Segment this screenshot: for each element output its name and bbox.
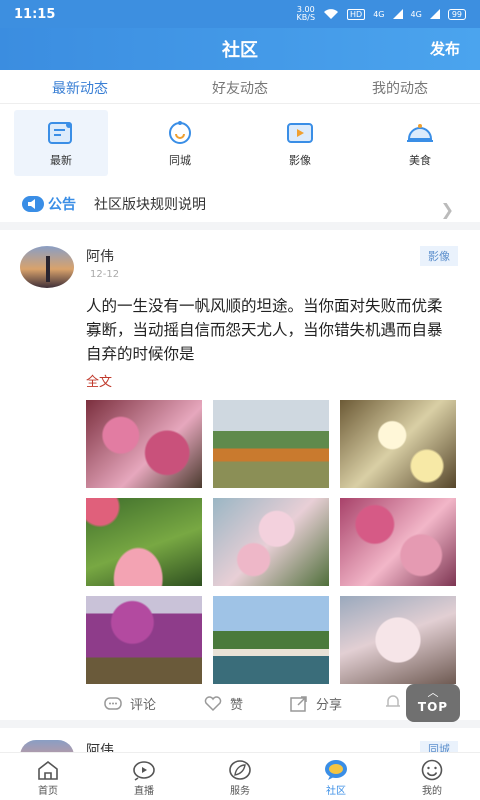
announcement-row[interactable]: 公告 社区版块规则说明 ❯ (0, 186, 480, 230)
post-text: 人的一生没有一帆风顺的坦途。当你面对失败而优柔寡断，当动摇自信而怨天尤人，当你错… (86, 297, 443, 363)
category-label: 影像 (289, 154, 311, 167)
post-username[interactable]: 阿伟 (86, 246, 114, 266)
photo-thumbnail[interactable] (213, 498, 329, 586)
page-title: 社区 (222, 40, 258, 61)
publish-button[interactable]: 发布 (430, 38, 460, 59)
signal-bars-icon-2 (429, 9, 440, 19)
nav-label: 我的 (422, 786, 442, 797)
category-food[interactable]: 美食 (360, 110, 480, 176)
category-bar: 最新 同城 影像 美食 (0, 110, 480, 178)
network-speed: 3.00 KB/S (297, 6, 316, 22)
nav-label: 社区 (326, 786, 346, 797)
category-label: 同城 (169, 154, 191, 167)
same-city-icon (163, 118, 197, 148)
tab-latest[interactable]: 最新动态 (0, 70, 160, 103)
photo-thumbnail[interactable] (86, 596, 202, 684)
hd-badge: HD (347, 8, 366, 20)
photo-thumbnail[interactable] (340, 400, 456, 488)
nav-service[interactable]: 服务 (192, 753, 288, 800)
category-video[interactable]: 影像 (240, 110, 360, 176)
post-date: 12-12 (90, 269, 120, 280)
status-indicators: 3.00 KB/S HD 4G 4G 99 (297, 6, 466, 22)
home-icon (38, 760, 58, 780)
avatar[interactable] (20, 246, 74, 288)
signal-4g-1: 4G (373, 9, 385, 19)
nav-label: 首页 (38, 786, 58, 797)
nav-label: 直播 (134, 786, 154, 797)
announcement-badge: 公告 (22, 194, 76, 214)
wifi-icon (324, 9, 339, 19)
nav-community[interactable]: 社区 (288, 753, 384, 800)
signal-bars-icon (392, 9, 403, 19)
megaphone-icon (22, 196, 44, 212)
nav-live[interactable]: 直播 (96, 753, 192, 800)
back-to-top-label: TOP (417, 700, 449, 714)
comment-button[interactable]: 评论 (104, 694, 156, 713)
photo-grid (86, 400, 458, 684)
community-chat-icon (325, 760, 347, 780)
chevron-right-icon: ❯ (440, 200, 454, 219)
photo-thumbnail[interactable] (86, 400, 202, 488)
app-header: 社区 发布 (0, 28, 480, 70)
bottom-nav: 首页 直播 服务 社区 我的 (0, 752, 480, 800)
battery-icon: 99 (447, 8, 466, 20)
photo-thumbnail[interactable] (340, 498, 456, 586)
comment-label: 评论 (130, 698, 157, 713)
share-icon (290, 695, 307, 712)
tab-friends[interactable]: 好友动态 (160, 70, 320, 103)
photo-thumbnail[interactable] (86, 498, 202, 586)
nav-home[interactable]: 首页 (0, 753, 96, 800)
share-label: 分享 (316, 698, 343, 713)
comment-icon (104, 696, 122, 710)
status-bar: 11:15 3.00 KB/S HD 4G 4G 99 (0, 0, 480, 28)
announcement-text: 社区版块规则说明 (94, 197, 206, 213)
live-icon (133, 761, 155, 781)
newest-icon (44, 118, 78, 148)
category-newest[interactable]: 最新 (14, 110, 108, 176)
nav-profile[interactable]: 我的 (384, 753, 480, 800)
like-button[interactable]: 赞 (204, 694, 243, 713)
bell-icon (386, 695, 400, 707)
network-speed-unit: KB/S (296, 13, 316, 22)
service-leaf-icon (229, 760, 251, 780)
nav-label: 服务 (230, 786, 250, 797)
bell-button[interactable] (384, 694, 402, 710)
post-tag[interactable]: 影像 (420, 246, 458, 266)
video-icon (283, 118, 317, 148)
chevron-up-icon: ︿ (427, 686, 439, 699)
category-label: 最新 (50, 154, 72, 167)
food-cloche-icon (403, 118, 437, 148)
photo-thumbnail[interactable] (340, 596, 456, 684)
share-button[interactable]: 分享 (290, 694, 342, 713)
category-same-city[interactable]: 同城 (120, 110, 240, 176)
status-time: 11:15 (14, 6, 56, 22)
announcement-badge-label: 公告 (48, 197, 76, 213)
photo-thumbnail[interactable] (213, 400, 329, 488)
tab-mine[interactable]: 我的动态 (320, 70, 480, 103)
feed-tabs: 最新动态 好友动态 我的动态 (0, 70, 480, 104)
signal-4g-2: 4G (410, 9, 422, 19)
category-label: 美食 (409, 154, 431, 167)
read-more-link[interactable]: 全文 (86, 371, 112, 390)
heart-icon (204, 695, 222, 711)
photo-thumbnail[interactable] (213, 596, 329, 684)
like-label: 赞 (230, 698, 244, 713)
post-card: 阿伟 12-12 影像 人的一生没有一帆风顺的坦途。当你面对失败而优柔寡断，当动… (0, 238, 480, 728)
back-to-top-button[interactable]: ︿ TOP (406, 684, 460, 722)
profile-smile-icon (421, 759, 443, 781)
